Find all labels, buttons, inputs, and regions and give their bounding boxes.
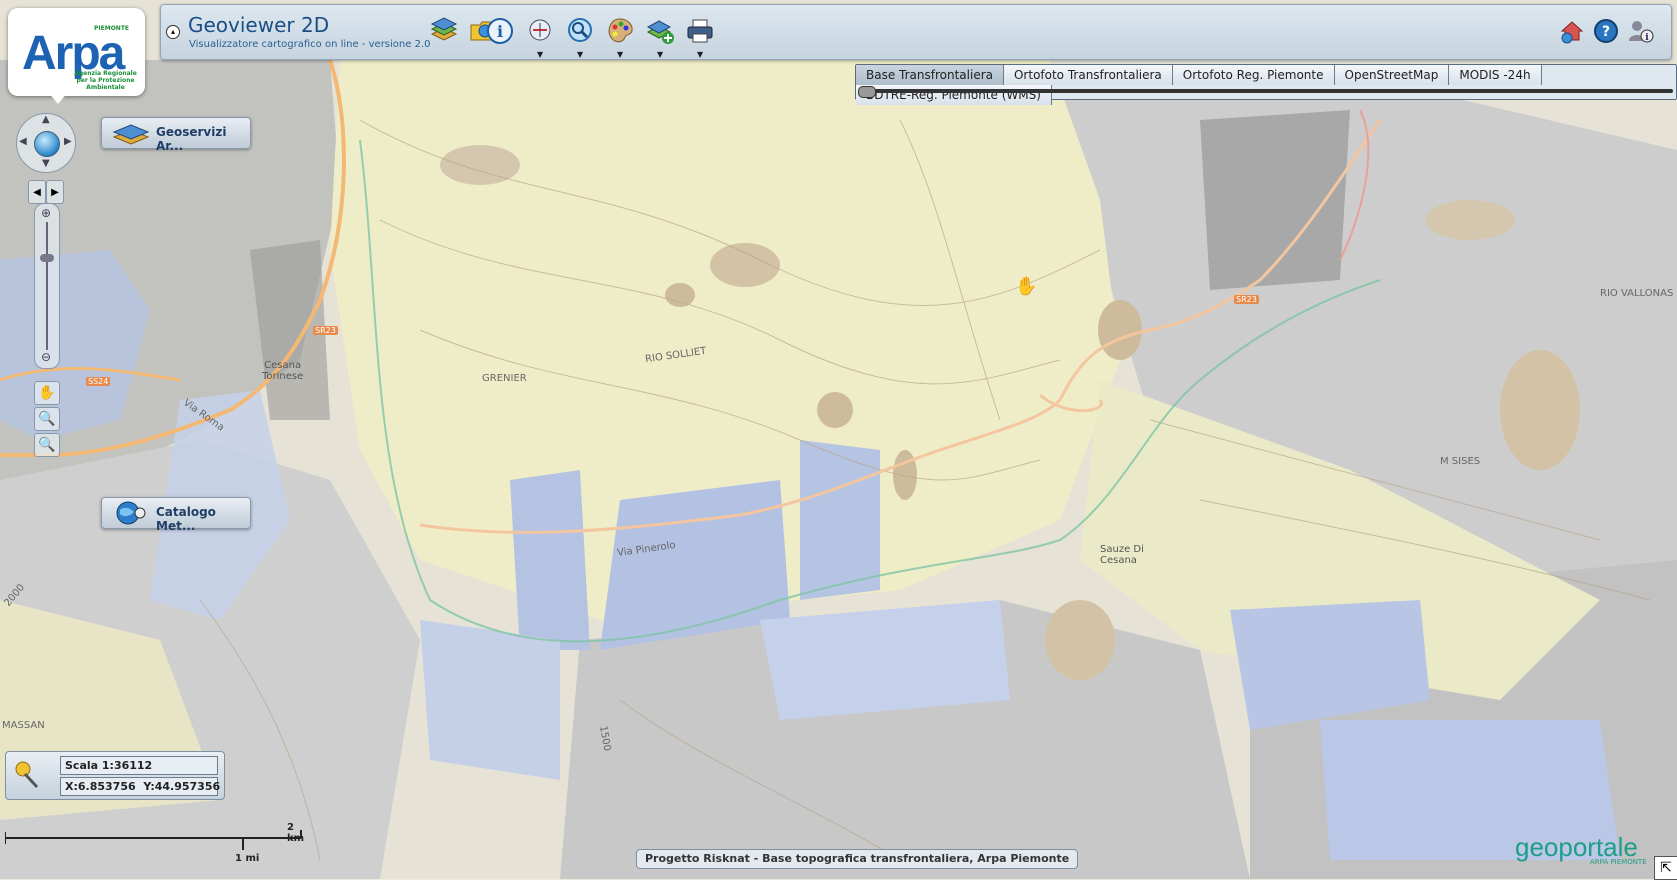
collapse-button[interactable]: ▴ [166, 25, 180, 39]
palette-icon [608, 18, 633, 43]
pan-cursor-icon: ✋ [1015, 276, 1038, 297]
xy-readout: X:6.853756 Y:44.957356 [60, 777, 221, 796]
tab-bdtre-wms[interactable]: BDTRE-Reg. Piemonte (WMS) [856, 85, 1052, 105]
catalogo-label: Catalogo Met... [156, 505, 216, 533]
scale-readout: Scala 1:36112 [60, 756, 218, 775]
measure-icon [529, 19, 551, 41]
zoom-box-out-button[interactable]: 🔍 [34, 433, 60, 457]
globe-icon[interactable] [34, 131, 60, 157]
history-forward-button[interactable]: ▶ [46, 180, 64, 204]
map-canvas[interactable] [0, 0, 1677, 879]
scalebar-lines [5, 830, 302, 850]
tab-ortofoto-piemonte[interactable]: Ortofoto Reg. Piemonte [1172, 65, 1335, 85]
chevron-down-icon: ▼ [657, 50, 664, 59]
add-layer-icon [646, 20, 674, 44]
style-button[interactable]: ▼ [603, 14, 637, 59]
svg-text:?: ? [1602, 24, 1610, 40]
chevron-down-icon: ▼ [577, 50, 584, 59]
chevron-right-icon: ▶ [51, 186, 59, 198]
history-back-button[interactable]: ◀ [28, 180, 46, 204]
map-label-rio-vallonas: RIO VALLONAS [1600, 288, 1674, 299]
zoom-in-magnifier-icon: 🔍 [38, 411, 56, 427]
chevron-down-icon: ▼ [617, 50, 624, 59]
map-label-cesana: Cesana Torinese [262, 360, 304, 382]
search-icon [568, 18, 592, 42]
road-badge-sr23: SR23 [313, 326, 338, 335]
logo-pointer [48, 92, 68, 104]
home-button[interactable] [1555, 14, 1589, 48]
zoom-track[interactable] [46, 222, 48, 350]
geoservizi-panel-button[interactable]: Geoservizi Ar... [101, 117, 251, 153]
print-icon [687, 19, 713, 43]
geoportale-sub: ARPA PIEMONTE [1590, 858, 1647, 866]
catalog-globe-icon [112, 500, 150, 530]
y-readout: Y:44.957356 [143, 780, 221, 793]
road-badge-sr23-east: SR23 [1234, 295, 1259, 304]
app-subtitle: Visualizzatore cartografico on line - ve… [189, 39, 431, 50]
help-icon: ? [1594, 19, 1618, 43]
hand-icon: ✋ [38, 385, 56, 401]
catalogo-panel-button[interactable]: Catalogo Met... [101, 497, 251, 533]
search-button[interactable]: ▼ [563, 14, 597, 59]
scalebar: 2 km 1 mi [5, 822, 305, 864]
layers-button[interactable] [427, 14, 461, 48]
logo-tagline: Agenzia Regionale per la Protezione Ambi… [74, 70, 137, 91]
map-label-sises: M SISES [1440, 456, 1481, 467]
zoom-slider-handle[interactable] [40, 253, 54, 262]
pan-control[interactable]: ▲ ▼ ◀ ▶ [16, 113, 76, 173]
pushpin-icon[interactable] [11, 759, 43, 795]
help-button[interactable]: ? [1589, 14, 1623, 48]
measure-button[interactable]: ▼ [523, 14, 557, 59]
info-button[interactable]: i [483, 14, 517, 48]
logo-region: PIEMONTE [94, 25, 130, 32]
app-title: Geoviewer 2D [188, 13, 330, 37]
pan-right-icon[interactable]: ▶ [64, 136, 72, 147]
arpa-logo[interactable]: Arpa PIEMONTE Agenzia Regionale per la P… [8, 8, 145, 96]
zoom-in-icon[interactable]: ⊕ [41, 206, 51, 220]
base-layer-switcher: Base Transfrontaliera Ortofoto Transfron… [855, 64, 1677, 105]
zoom-out-icon[interactable]: ⊖ [41, 350, 51, 364]
zoom-box-in-button[interactable]: 🔍 [34, 407, 60, 431]
tab-ortofoto-transfrontaliera[interactable]: Ortofoto Transfrontaliera [1003, 65, 1173, 85]
user-info-button[interactable]: i [1623, 14, 1657, 48]
pan-left-icon[interactable]: ◀ [19, 136, 27, 147]
chevron-left-icon: ◀ [33, 186, 41, 198]
geoservizi-label: Geoservizi Ar... [156, 125, 227, 153]
zoom-out-magnifier-icon: 🔍 [38, 437, 56, 453]
tab-openstreetmap[interactable]: OpenStreetMap [1334, 65, 1450, 85]
home-icon [1560, 21, 1584, 44]
scalebar-mi: 1 mi [235, 853, 260, 864]
pan-down-icon[interactable]: ▼ [42, 158, 50, 169]
header-bar: ▴ Geoviewer 2D Visualizzatore cartografi… [160, 4, 1672, 60]
opacity-slider[interactable] [859, 89, 1673, 93]
pan-tool-button[interactable]: ✋ [34, 381, 60, 405]
map-label-massan: MASSAN [2, 720, 45, 731]
map-label-sauze: Sauze Di Cesana [1100, 544, 1144, 566]
user-info-icon: i [1629, 21, 1654, 43]
tab-base-transfrontaliera[interactable]: Base Transfrontaliera [856, 65, 1004, 85]
opacity-slider-handle[interactable] [858, 86, 876, 98]
chevron-down-icon: ▼ [537, 50, 544, 59]
map-label-grenier: GRENIER [482, 373, 527, 384]
svg-text:i: i [1645, 33, 1649, 43]
overview-map-toggle[interactable]: ⇱ [1654, 856, 1677, 880]
svg-text:i: i [497, 22, 503, 41]
road-badge-ss24: SS24 [86, 377, 111, 386]
pan-up-icon[interactable]: ▲ [42, 114, 50, 125]
expand-arrow-icon: ⇱ [1660, 860, 1672, 876]
geoservices-icon [112, 120, 150, 150]
scalebar-km: 2 km [287, 822, 305, 844]
x-readout: X:6.853756 [65, 780, 136, 793]
zoom-slider[interactable]: ⊕ ⊖ [34, 203, 60, 369]
add-layer-button[interactable]: ▼ [643, 14, 677, 59]
map-attribution: Progetto Risknat - Base topografica tran… [636, 849, 1079, 869]
layers-icon [430, 17, 458, 41]
print-button[interactable]: ▼ [683, 14, 717, 59]
info-icon: i [487, 18, 513, 44]
chevron-down-icon: ▼ [697, 50, 704, 59]
tab-modis[interactable]: MODIS -24h [1449, 65, 1542, 85]
coordinate-panel: Scala 1:36112 X:6.853756 Y:44.957356 [5, 751, 225, 800]
